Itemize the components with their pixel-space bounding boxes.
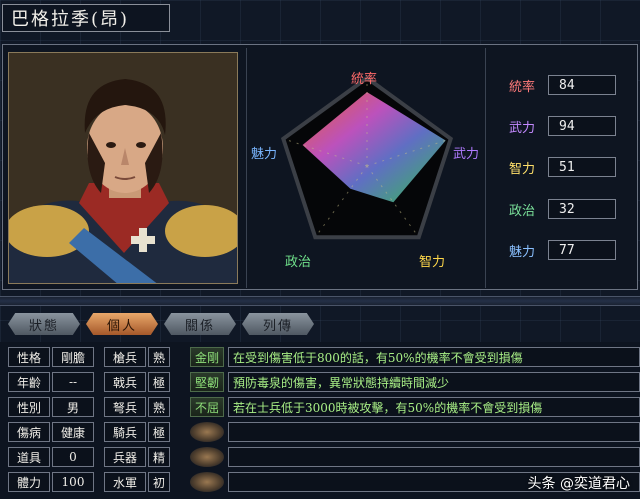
tab-status[interactable]: 狀態 — [8, 313, 80, 335]
tab-personal[interactable]: 個人 — [86, 313, 158, 335]
radar-label-zhili: 智力 — [419, 255, 446, 270]
troop-type-label: 槍兵 — [104, 347, 146, 367]
troop-type-label: 弩兵 — [104, 397, 146, 417]
stat-row-tongshuai: 統率 84 — [500, 74, 630, 96]
personal-label: 性格 — [8, 347, 50, 367]
radar-label-meili: 魅力 — [251, 147, 278, 162]
stat-name: 智力 — [508, 161, 535, 177]
stat-value: 94 — [548, 116, 616, 136]
portrait-image — [9, 53, 237, 283]
personal-value: -- — [52, 372, 94, 392]
tab-biography[interactable]: 列傳 — [242, 313, 314, 335]
stat-value: 77 — [548, 240, 616, 260]
personal-value: 男 — [52, 397, 94, 417]
personal-value: 100 — [52, 472, 94, 492]
radar-label-wuli: 武力 — [453, 147, 480, 162]
skill-description — [228, 422, 640, 442]
empty-skill-slot-icon[interactable] — [190, 422, 224, 442]
stat-name: 武力 — [508, 120, 535, 136]
skill-description: 若在士兵低于3000時被攻擊，有50%的機率不會受到損傷 — [228, 397, 640, 417]
tab-relations[interactable]: 關係 — [164, 313, 236, 335]
troop-type-label: 騎兵 — [104, 422, 146, 442]
stat-row-wuli: 武力 94 — [500, 115, 630, 137]
stat-row-meili: 魅力 77 — [500, 239, 630, 261]
stat-row-zhengzhi: 政治 32 — [500, 198, 630, 220]
personal-label: 道具 — [8, 447, 50, 467]
troop-aptitude-value: 初 — [148, 472, 170, 492]
personal-label: 傷病 — [8, 422, 50, 442]
officer-name-box: 巴格拉季(昂) — [2, 4, 170, 32]
stat-name: 政治 — [508, 203, 535, 219]
skill-badge[interactable]: 金剛 — [190, 347, 224, 367]
skill-badge[interactable]: 不屈 — [190, 397, 224, 417]
stat-name: 統率 — [508, 79, 535, 95]
skill-description: 預防毒泉的傷害，異常狀態持續時間減少 — [228, 372, 640, 392]
ability-radar-chart: 統率 武力 智力 政治 魅力 — [246, 48, 486, 288]
personal-label: 體力 — [8, 472, 50, 492]
troop-type-label: 水軍 — [104, 472, 146, 492]
stat-value: 84 — [548, 75, 616, 95]
officer-name: 巴格拉季(昂) — [11, 9, 130, 30]
officer-portrait — [8, 52, 238, 284]
watermark: 头条 @奕道君心 — [527, 476, 630, 492]
radar-label-tongshuai: 統率 — [351, 72, 378, 87]
troop-aptitude-value: 熟 — [148, 397, 170, 417]
radar-label-zhengzhi: 政治 — [285, 255, 312, 270]
troop-type-label: 兵器 — [104, 447, 146, 467]
troop-aptitude-value: 極 — [148, 372, 170, 392]
stat-value: 51 — [548, 157, 616, 177]
empty-skill-slot-icon[interactable] — [190, 472, 224, 492]
personal-value: 0 — [52, 447, 94, 467]
empty-skill-slot-icon[interactable] — [190, 447, 224, 467]
troop-aptitude-value: 極 — [148, 422, 170, 442]
skill-description: 在受到傷害低于800的話，有50%的機率不會受到損傷 — [228, 347, 640, 367]
personal-label: 年齡 — [8, 372, 50, 392]
stat-row-zhili: 智力 51 — [500, 156, 630, 178]
stat-name: 魅力 — [508, 244, 535, 260]
personal-label: 性別 — [8, 397, 50, 417]
skill-description — [228, 447, 640, 467]
troop-aptitude-value: 熟 — [148, 347, 170, 367]
personal-value: 健康 — [52, 422, 94, 442]
stat-value: 32 — [548, 199, 616, 219]
troop-type-label: 戟兵 — [104, 372, 146, 392]
section-divider — [0, 296, 640, 306]
skill-badge[interactable]: 堅韌 — [190, 372, 224, 392]
personal-value: 剛膽 — [52, 347, 94, 367]
troop-aptitude-value: 精 — [148, 447, 170, 467]
